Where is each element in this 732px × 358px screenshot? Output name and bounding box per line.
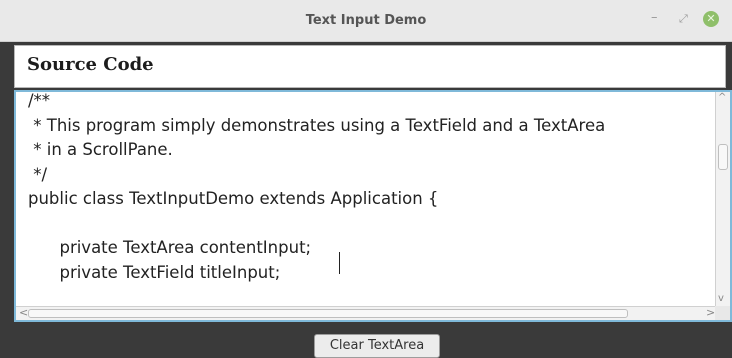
horizontal-scrollbar[interactable]: < >	[16, 306, 716, 320]
vertical-scroll-thumb[interactable]	[718, 144, 728, 170]
scroll-right-icon[interactable]: >	[706, 306, 715, 319]
scroll-down-icon[interactable]: v	[718, 293, 724, 304]
close-icon[interactable]: ✕	[703, 11, 719, 27]
title-field-value: Source Code	[27, 54, 154, 75]
maximize-icon[interactable]: ⤢	[679, 12, 688, 26]
horizontal-scroll-thumb[interactable]	[28, 309, 628, 318]
scroll-left-icon[interactable]: <	[19, 306, 28, 319]
vertical-scrollbar[interactable]: ^ v	[715, 92, 730, 306]
scroll-up-icon[interactable]: ^	[718, 92, 726, 103]
scrollbar-corner	[715, 306, 730, 320]
text-area-content: /** * This program simply demonstrates u…	[28, 91, 606, 320]
minimize-icon[interactable]: –	[651, 10, 658, 25]
window-title: Text Input Demo	[305, 13, 427, 28]
clear-textarea-button[interactable]: Clear TextArea	[314, 334, 440, 358]
source-code-text-area[interactable]: /** * This program simply demonstrates u…	[14, 90, 732, 322]
title-text-field[interactable]: Source Code	[14, 45, 726, 88]
text-caret	[339, 252, 340, 274]
window-titlebar[interactable]: Text Input Demo – ⤢ ✕	[0, 0, 732, 42]
